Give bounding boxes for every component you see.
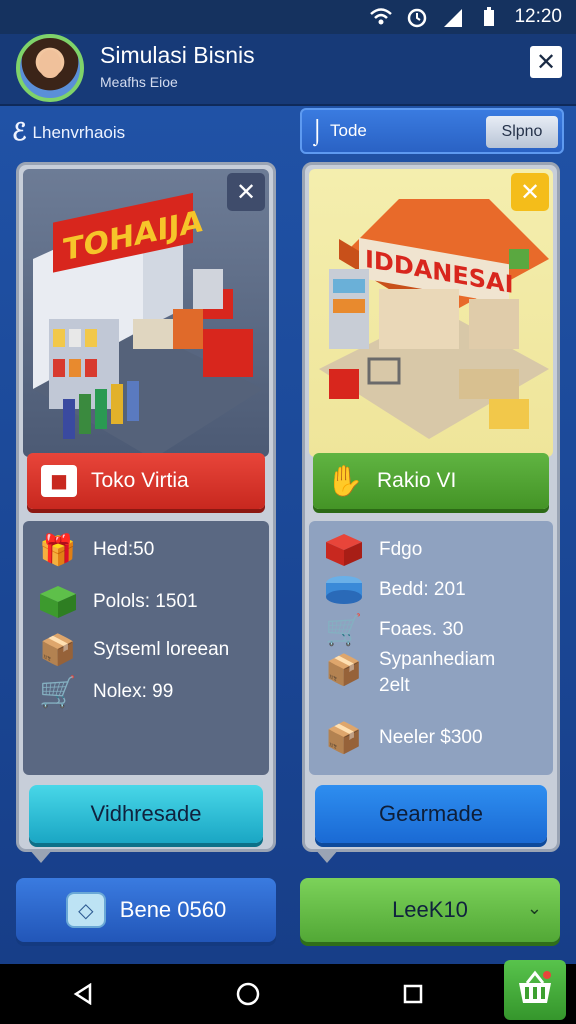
main-area: ℰ Lhenvrhaois ⌡ Tode Slpno TOHAIJA ✕ ◼ T…: [0, 106, 576, 964]
action-button-right[interactable]: Gearmade: [315, 785, 547, 843]
red-crate-icon: [323, 529, 365, 571]
store-name: Toko Virtia: [91, 469, 189, 492]
green-box-icon: [37, 581, 79, 623]
stat-text: Sytseml loreean: [93, 639, 230, 660]
close-icon: ✕: [519, 178, 541, 206]
app-header: Simulasi Bisnis Meafhs Eioe ✕: [0, 34, 576, 106]
bottom-button-right-label: LeeK10: [392, 897, 468, 922]
stat-row: 🛒 Nolex: 99: [37, 671, 173, 713]
system-nav-bar: [0, 964, 576, 1024]
section-header-left: ℰ Lhenvrhaois: [12, 118, 125, 147]
bottom-button-left-label: Bene 0560: [119, 897, 227, 922]
chevron-down-icon: ⌄: [526, 898, 542, 918]
section-right-label: Tode: [330, 121, 367, 140]
home-icon[interactable]: [228, 974, 268, 1014]
close-icon: ✕: [535, 48, 557, 76]
stat-text: Foaes. 30: [379, 619, 464, 640]
store-name-banner[interactable]: ✋ Rakio VI: [313, 453, 549, 509]
parcel-icon: 📦: [325, 653, 363, 687]
store-card-right[interactable]: IDDANESAI ✕ ✋ Rakio VI Fdgo Bedd: 201 🛒 …: [302, 162, 560, 863]
store-name: Rakio VI: [377, 469, 457, 492]
stat-text: Neeler $300: [379, 727, 483, 748]
stat-text: Fdgo: [379, 539, 423, 560]
card-tail: [315, 849, 339, 863]
store-illustration-left: TOHAIJA: [23, 169, 269, 457]
section-right-button[interactable]: Slpno: [486, 116, 558, 148]
gamepad-icon: ◇: [65, 892, 106, 928]
green-cart-icon: 🛒: [325, 613, 363, 647]
card-tail: [29, 849, 53, 863]
app-subtitle: Meafhs Eioe: [100, 74, 178, 90]
card-close-button[interactable]: ✕: [227, 173, 265, 211]
wifi-icon: [370, 6, 393, 28]
red-cart-icon: 🛒: [39, 675, 77, 709]
stat-row: 📦 Neeler $300: [323, 717, 483, 759]
battery-icon: [478, 6, 500, 28]
hook-icon: ⌡: [310, 118, 325, 145]
signal-icon: [442, 6, 464, 28]
hand-icon: ✋: [326, 464, 364, 498]
section-header-right: ⌡ Tode Slpno: [300, 108, 564, 154]
clock-time: 12:20: [514, 6, 562, 27]
close-button[interactable]: ✕: [530, 46, 562, 78]
app-title: Simulasi Bisnis: [100, 42, 255, 68]
avatar[interactable]: [16, 34, 84, 102]
hook-icon: ℰ: [12, 119, 27, 146]
gift-box-icon: 🎁: [39, 533, 77, 567]
stat-text: Hed:50: [93, 539, 155, 560]
close-icon: ✕: [235, 178, 257, 206]
stat-row: Fdgo: [323, 529, 422, 571]
stat-text: 2elt: [379, 675, 410, 696]
store-stats: Fdgo Bedd: 201 🛒 Foaes. 30 📦 Sypanhediam…: [309, 521, 553, 775]
alarm-icon: [406, 6, 428, 28]
store-stats: 🎁 Hed:50 Polols: 1501 📦 Sytseml loreean …: [23, 521, 269, 775]
shopping-basket-icon: [515, 969, 555, 1012]
status-bar: 12:20: [0, 0, 576, 34]
shop-basket-button[interactable]: [504, 960, 566, 1020]
box-icon: ◼: [41, 465, 77, 497]
stat-text: Polols: 1501: [93, 591, 198, 612]
stat-text: Bedd: 201: [379, 579, 466, 600]
stat-row: 🛒 Foaes. 30: [323, 609, 464, 651]
stat-text: Nolex: 99: [93, 681, 174, 702]
stat-text: Sypanhediam: [379, 649, 496, 670]
cardboard-box-icon: 📦: [39, 633, 77, 667]
stat-row: Bedd: 201: [323, 569, 466, 611]
blue-can-icon: [323, 569, 365, 611]
section-left-label: Lhenvrhaois: [32, 122, 126, 142]
card-close-button[interactable]: ✕: [511, 173, 549, 211]
bottom-button-right[interactable]: LeeK10 ⌄: [300, 878, 560, 942]
stat-row: Polols: 1501: [37, 581, 198, 623]
recents-icon[interactable]: [393, 974, 433, 1014]
stat-row: 📦 Sytseml loreean: [37, 629, 229, 671]
action-button-left[interactable]: Vidhresade: [29, 785, 263, 843]
back-icon[interactable]: [63, 974, 103, 1014]
stat-row: 📦 Sypanhediam 2elt: [323, 649, 495, 697]
store-card-left[interactable]: TOHAIJA ✕ ◼ Toko Virtia 🎁 Hed:50 Polols:…: [16, 162, 276, 863]
produce-box-icon: 📦: [325, 721, 363, 755]
store-name-banner[interactable]: ◼ Toko Virtia: [27, 453, 265, 509]
bottom-button-left[interactable]: ◇ Bene 0560: [16, 878, 276, 942]
stat-row: 🎁 Hed:50: [37, 529, 154, 571]
store-illustration-right: IDDANESAI: [309, 169, 553, 457]
